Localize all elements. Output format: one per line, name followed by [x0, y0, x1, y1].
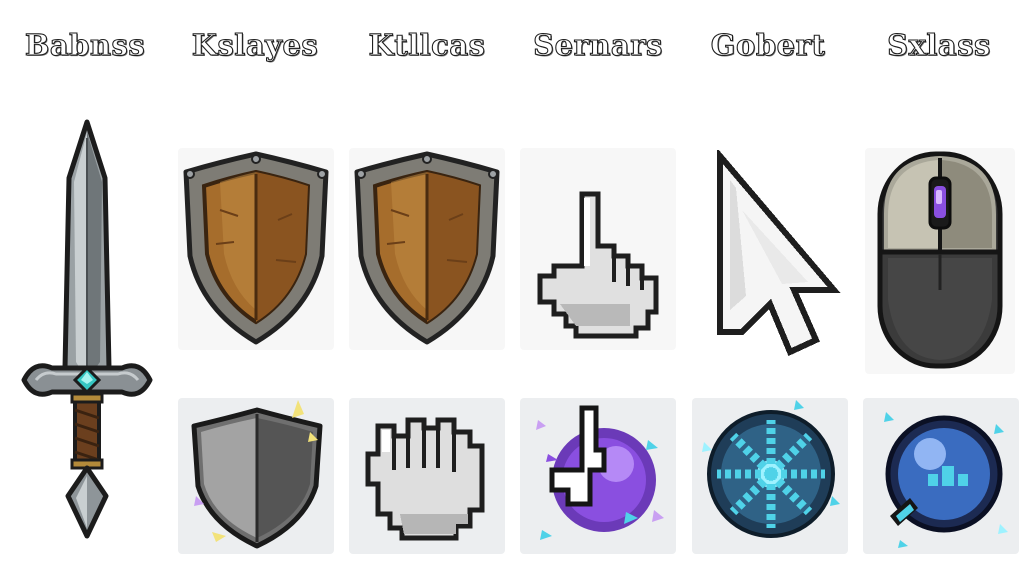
frost-burst-orb-icon[interactable]: [700, 398, 842, 546]
header-sxlass: Sxlass: [887, 27, 991, 62]
header-kslayes: Kslayes: [191, 27, 319, 62]
header-babnss: Babnss: [24, 27, 146, 62]
pointing-hand-cursor-icon[interactable]: [530, 186, 662, 342]
arcane-hand-orb-icon[interactable]: [528, 400, 670, 548]
arrow-cursor-icon[interactable]: [712, 150, 844, 358]
steel-shield-icon[interactable]: [182, 396, 332, 550]
grab-hand-cursor-icon[interactable]: [360, 406, 494, 548]
crystal-orb-cursor-icon[interactable]: [870, 404, 1012, 550]
header-ktllcas: Ktllcas: [368, 27, 486, 62]
sword-icon[interactable]: [16, 118, 158, 542]
wooden-shield-icon[interactable]: [351, 150, 503, 346]
wooden-shield-icon[interactable]: [180, 150, 332, 346]
header-sernars: Sernars: [533, 27, 663, 62]
computer-mouse-icon[interactable]: [874, 150, 1006, 372]
header-gobert: Gobert: [710, 27, 826, 62]
